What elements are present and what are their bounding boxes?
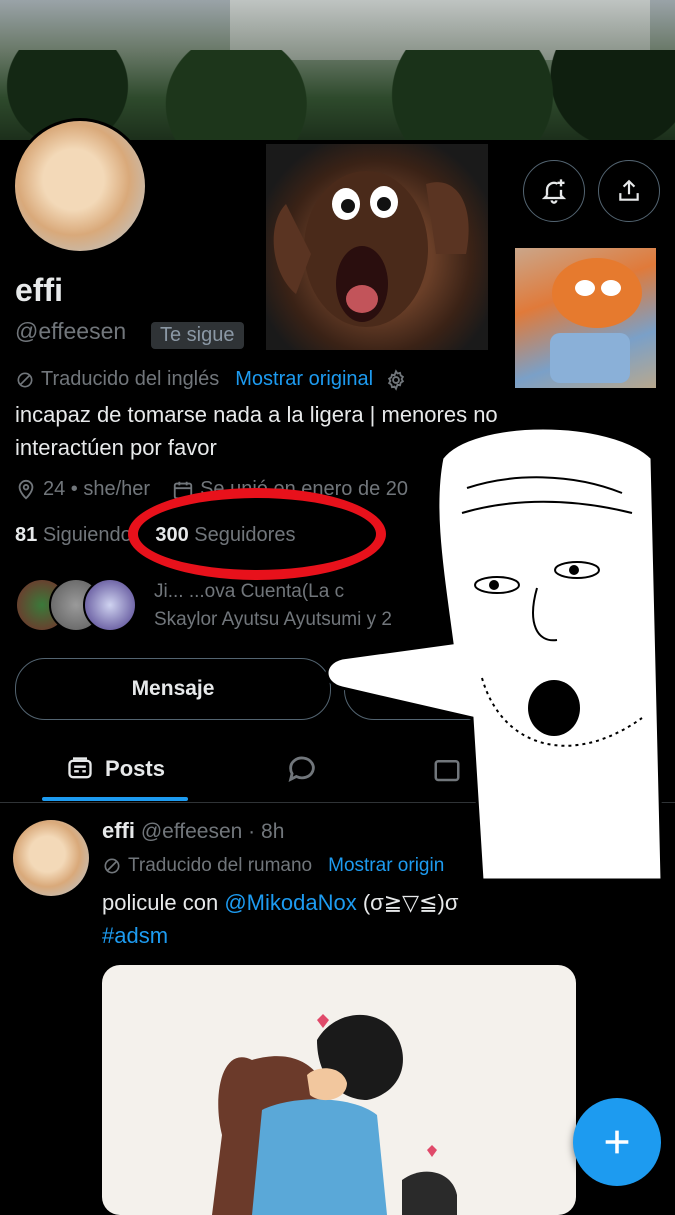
posts-icon: [68, 756, 92, 778]
translate-icon: [104, 858, 120, 874]
tab-posts[interactable]: Posts: [42, 735, 188, 802]
profile-handle: @effeesen: [15, 318, 127, 344]
tab-replies[interactable]: [285, 751, 319, 790]
post-avatar[interactable]: [13, 820, 89, 896]
post-mention[interactable]: @MikodaNox: [224, 890, 356, 915]
reply-icon: [288, 756, 315, 782]
avatar: [83, 578, 137, 632]
translate-icon: [17, 372, 33, 387]
post-image[interactable]: [102, 965, 576, 1215]
show-original-link[interactable]: Mostrar original: [235, 368, 373, 391]
following-link[interactable]: 81 Siguiendo: [15, 524, 132, 546]
message-button[interactable]: Mensaje: [15, 658, 331, 720]
location-icon: [18, 479, 34, 500]
plus-icon: [605, 1130, 629, 1154]
post-text: policule con @MikodaNox (σ≧▽≦)σ #adsm: [102, 886, 458, 952]
share-button[interactable]: [598, 160, 660, 222]
bio-translation-row: Traducido del inglés Mostrar original: [15, 368, 407, 391]
cartoon-face: [550, 258, 642, 383]
profile-avatar[interactable]: [12, 118, 148, 254]
profile-name: effi: [15, 272, 63, 308]
profile-banner[interactable]: [0, 0, 675, 140]
gumball-sticker: [515, 248, 656, 388]
post-text-line: policule con @MikodaNox (σ≧▽≦)σ: [102, 886, 458, 919]
following-label: Siguiendo: [42, 524, 132, 546]
post-text-before: policule con: [102, 890, 225, 915]
post-author[interactable]: effi: [102, 818, 135, 843]
translated-label: Traducido del inglés: [41, 368, 220, 390]
follows-you-badge: Te sigue: [151, 322, 244, 349]
post-handle-time: @effeesen · 8h: [140, 820, 285, 843]
compose-button[interactable]: [573, 1098, 661, 1186]
share-icon: [619, 179, 639, 201]
gear-icon[interactable]: [385, 368, 407, 391]
post-translated-label: Traducido del rumano: [128, 855, 313, 876]
wojak-pointing-sticker: [325, 426, 664, 880]
shocked-face: [273, 171, 469, 327]
tab-posts-label: Posts: [105, 755, 165, 781]
following-count: 81: [15, 524, 38, 546]
age-pronouns: 24 • she/her: [43, 478, 151, 500]
bell-plus-icon: [541, 179, 567, 204]
notifications-subscribe-button[interactable]: [523, 160, 585, 222]
post-hashtag[interactable]: #adsm: [102, 919, 458, 952]
post-text-after: (σ≧▽≦)σ: [356, 890, 459, 915]
post-header: effi @effeesen · 8h: [102, 818, 284, 844]
shocked-man-sticker: [266, 144, 488, 350]
illustration: [212, 1014, 457, 1215]
active-tab-indicator: [42, 797, 188, 801]
